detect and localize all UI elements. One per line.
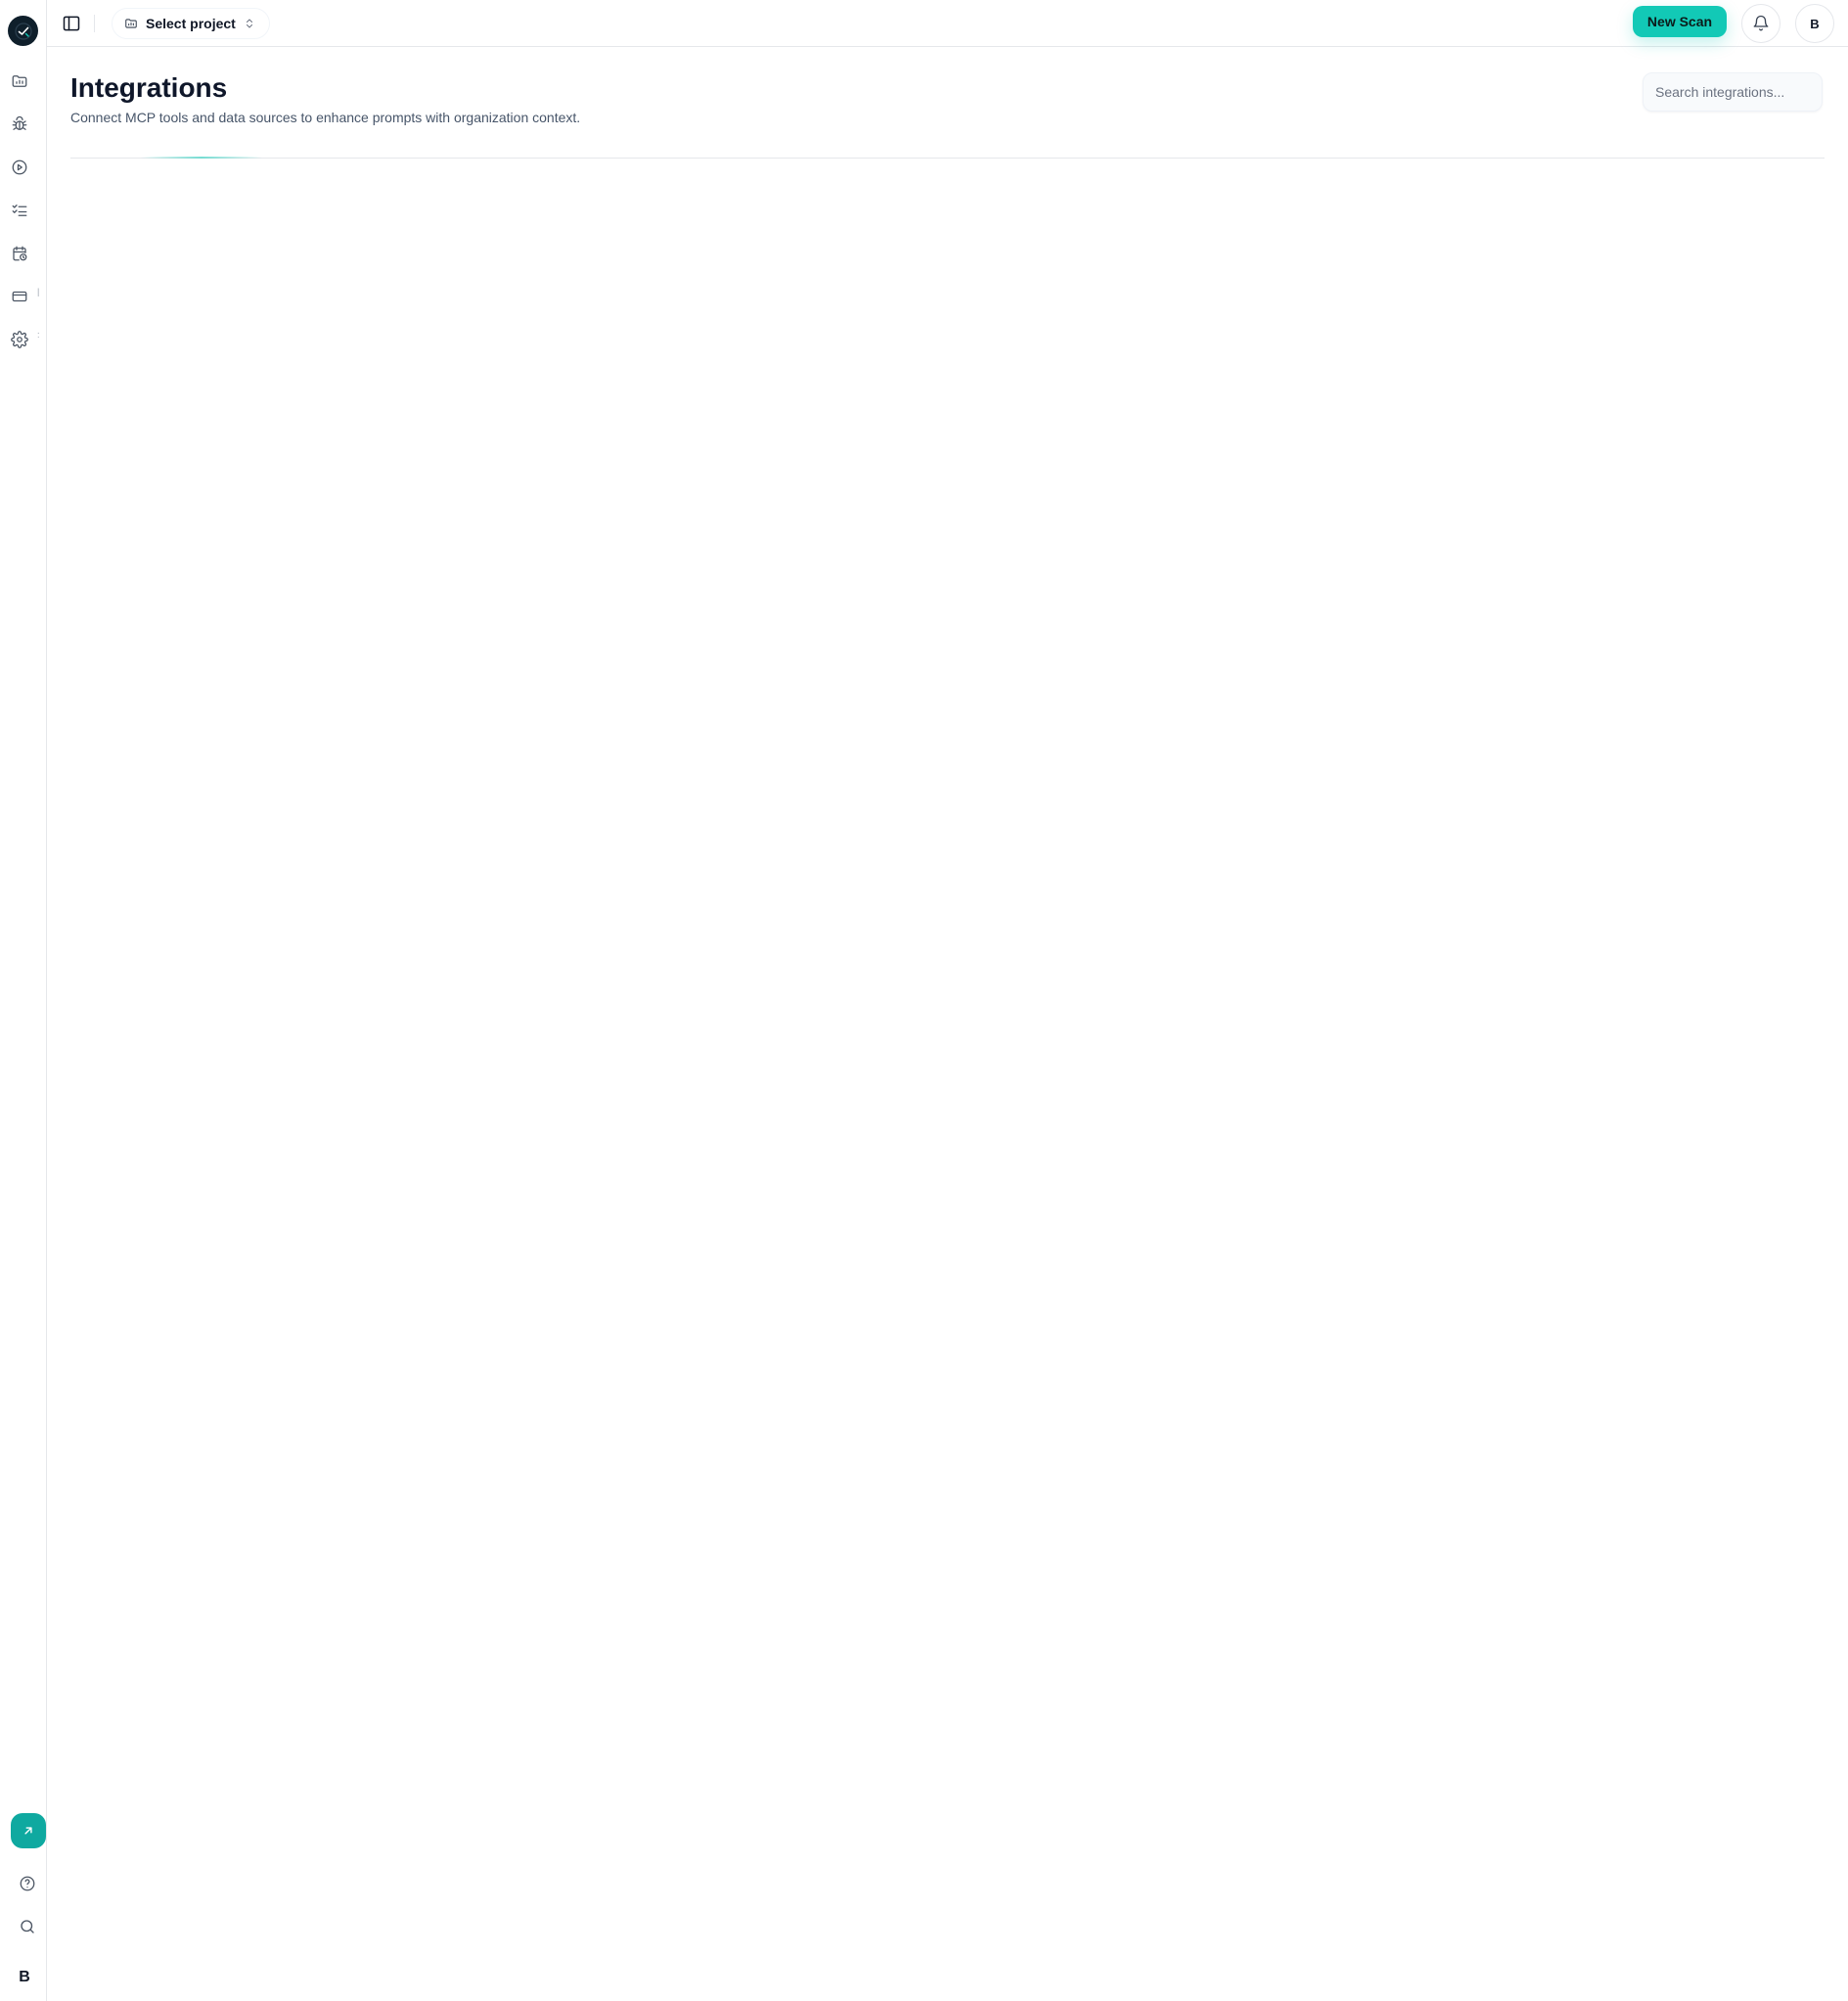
launch-button[interactable] bbox=[11, 1813, 46, 1848]
main-content: Integrations Connect MCP tools and data … bbox=[47, 47, 1848, 2001]
play-circle-icon bbox=[12, 159, 27, 175]
top-bar: Select project New Scan B bbox=[47, 0, 1848, 47]
panel-left-icon bbox=[63, 16, 80, 31]
calendar-clock-icon bbox=[13, 246, 27, 261]
folder-chart-icon bbox=[12, 75, 27, 87]
sidebar-rail: | : B bbox=[0, 0, 47, 2001]
help-circle-icon bbox=[20, 1876, 35, 1891]
sidebar-item-vulnerabilities[interactable] bbox=[9, 114, 30, 135]
new-scan-button[interactable]: New Scan bbox=[1633, 6, 1727, 37]
gear-icon bbox=[11, 331, 28, 348]
sidebar-item-billing[interactable] bbox=[9, 286, 30, 307]
notifications-button[interactable] bbox=[1741, 4, 1780, 43]
search-integrations-input[interactable] bbox=[1643, 72, 1823, 112]
logo-mark-icon bbox=[14, 22, 32, 40]
page-title: Integrations bbox=[70, 72, 228, 103]
sidebar-tooltip-stub: | bbox=[37, 287, 40, 296]
folder-chart-icon bbox=[124, 17, 138, 30]
sidebar-item-tasks[interactable] bbox=[9, 200, 30, 221]
sidebar-item-schedules[interactable] bbox=[9, 243, 30, 264]
sidebar-item-settings[interactable] bbox=[9, 329, 30, 350]
help-button[interactable] bbox=[17, 1873, 38, 1894]
sidebar-avatar[interactable]: B bbox=[14, 1967, 35, 1988]
topbar-divider bbox=[94, 15, 95, 32]
user-avatar-button[interactable]: B bbox=[1795, 4, 1834, 43]
sidebar-tooltip-stub: : bbox=[37, 330, 40, 340]
sidebar-item-runs[interactable] bbox=[9, 157, 30, 178]
checklist-icon bbox=[12, 205, 27, 216]
arrow-up-right-icon bbox=[24, 1827, 32, 1835]
global-search-button[interactable] bbox=[17, 1916, 38, 1937]
project-select-label: Select project bbox=[146, 16, 236, 31]
loading-indicator bbox=[141, 157, 262, 159]
project-select[interactable]: Select project bbox=[112, 8, 270, 39]
credit-card-icon bbox=[12, 291, 27, 302]
bell-icon bbox=[1753, 15, 1769, 31]
bug-icon bbox=[12, 115, 27, 130]
content-divider bbox=[70, 158, 1825, 159]
chevrons-up-down-icon bbox=[244, 18, 255, 29]
search-icon bbox=[21, 1920, 34, 1933]
app-logo[interactable] bbox=[8, 16, 38, 46]
page-subtitle: Connect MCP tools and data sources to en… bbox=[70, 110, 581, 125]
sidebar-item-projects[interactable] bbox=[9, 70, 30, 92]
sidebar-toggle-button[interactable] bbox=[61, 13, 82, 34]
